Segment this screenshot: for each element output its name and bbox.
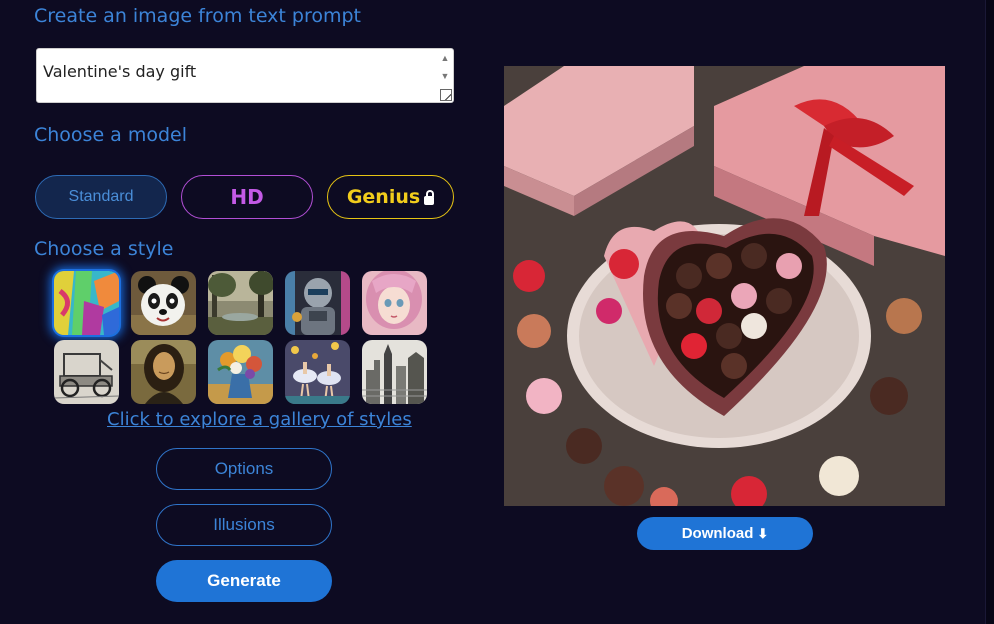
- generate-button[interactable]: Generate: [156, 560, 332, 602]
- options-button[interactable]: Options: [156, 448, 332, 490]
- scroll-down-icon[interactable]: ▼: [439, 71, 451, 81]
- model-hd-button[interactable]: HD: [181, 175, 313, 219]
- style-vintage-car-sketch-icon[interactable]: [54, 340, 119, 404]
- model-genius-button[interactable]: Genius: [327, 175, 454, 219]
- prompt-textarea[interactable]: Valentine's day gift ▲ ▼: [36, 48, 454, 103]
- model-genius-label: Genius: [346, 186, 421, 208]
- panel-edge: [985, 0, 994, 624]
- model-standard-button[interactable]: Standard: [35, 175, 167, 219]
- style-abstract-painting-icon[interactable]: [54, 271, 119, 335]
- style-flower-vase-icon[interactable]: [208, 340, 273, 404]
- prompt-heading: Create an image from text prompt: [34, 5, 362, 27]
- resize-handle-icon[interactable]: [440, 89, 452, 101]
- scroll-up-icon[interactable]: ▲: [439, 53, 451, 63]
- download-arrow-icon: ⬇: [757, 525, 769, 541]
- style-mona-lisa-icon[interactable]: [131, 340, 196, 404]
- options-label: Options: [214, 459, 274, 478]
- gallery-link[interactable]: Click to explore a gallery of styles: [107, 409, 412, 430]
- style-robot-warrior-icon[interactable]: [285, 271, 350, 335]
- generate-label: Generate: [207, 571, 281, 590]
- model-heading: Choose a model: [34, 124, 188, 146]
- model-hd-label: HD: [230, 185, 264, 209]
- style-panda-icon[interactable]: [131, 271, 196, 335]
- style-forest-landscape-icon[interactable]: [208, 271, 273, 335]
- style-ballet-dancers-icon[interactable]: [285, 340, 350, 404]
- lock-icon: [424, 189, 435, 205]
- style-heading: Choose a style: [34, 238, 174, 260]
- style-anime-girl-icon[interactable]: [362, 271, 427, 335]
- model-standard-label: Standard: [68, 188, 134, 205]
- download-label: Download: [681, 525, 754, 542]
- style-city-sketch-icon[interactable]: [362, 340, 427, 404]
- generated-image: [504, 66, 945, 506]
- illusions-button[interactable]: Illusions: [156, 504, 332, 546]
- download-button[interactable]: Download ⬇: [637, 517, 813, 550]
- illusions-label: Illusions: [213, 515, 275, 534]
- prompt-value[interactable]: Valentine's day gift: [43, 62, 196, 81]
